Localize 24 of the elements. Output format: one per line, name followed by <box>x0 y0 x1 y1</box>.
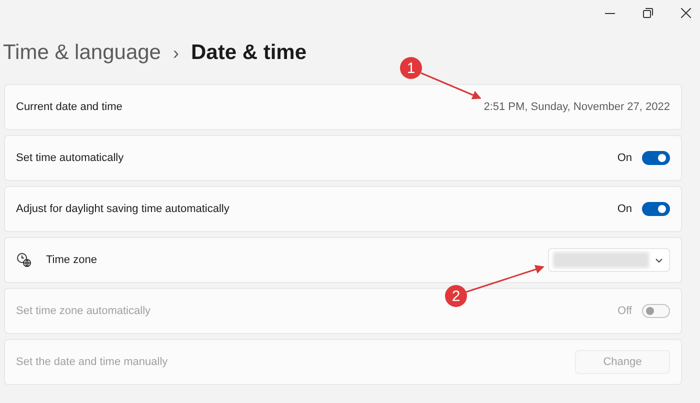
restore-icon <box>643 8 653 18</box>
setting-label: Adjust for daylight saving time automatically <box>16 203 230 215</box>
close-button[interactable] <box>678 5 694 21</box>
toggle-state: On <box>617 152 632 164</box>
toggle-state: On <box>617 203 632 215</box>
setting-label: Set the date and time manually <box>16 356 169 368</box>
minimize-icon <box>605 12 615 14</box>
toggle-switch[interactable] <box>642 151 670 165</box>
toggle-state: Off <box>618 305 632 317</box>
annotation-marker: 1 <box>400 57 422 79</box>
chevron-down-icon <box>655 258 663 262</box>
close-icon <box>681 8 691 18</box>
date-time-value: 2:51 PM, Sunday, November 27, 2022 <box>484 101 670 113</box>
toggle-switch[interactable] <box>642 202 670 216</box>
page-title: Date & time <box>190 41 307 65</box>
setting-label: Current date and time <box>16 101 124 113</box>
breadcrumb-separator: › <box>172 42 179 64</box>
setting-label: Set time automatically <box>16 152 125 164</box>
annotation-arrow <box>420 72 482 100</box>
clock-globe-icon <box>16 252 32 268</box>
setting-label: Time zone <box>46 254 98 266</box>
restore-button[interactable] <box>640 5 656 21</box>
setting-label: Set time zone automatically <box>16 305 152 317</box>
breadcrumb-parent[interactable]: Time & language <box>3 41 161 65</box>
